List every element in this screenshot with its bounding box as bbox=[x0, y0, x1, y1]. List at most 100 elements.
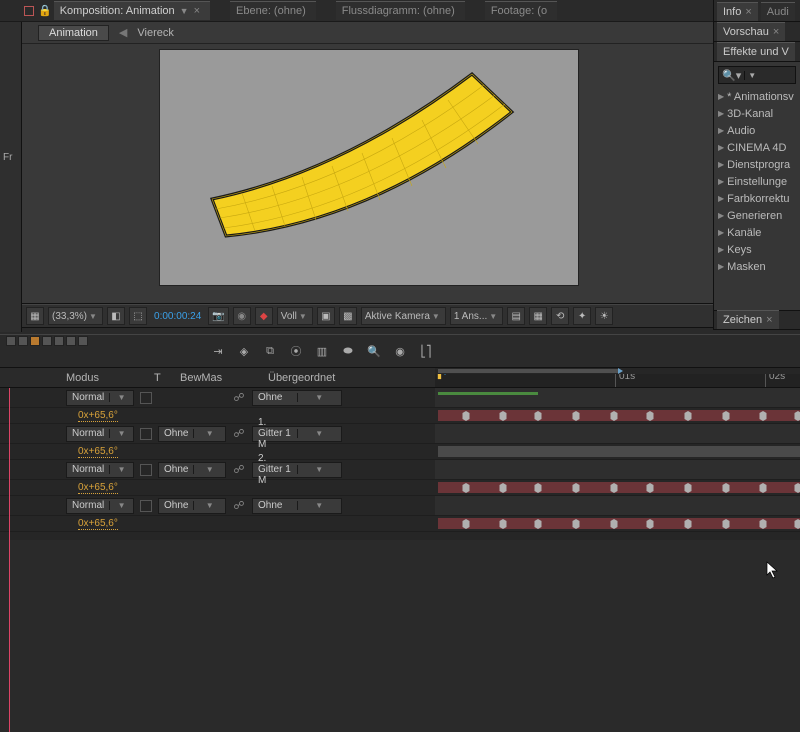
effects-category-item[interactable]: ▶Audio bbox=[718, 122, 796, 139]
property-row-rotation[interactable]: 0x+65,6° bbox=[0, 444, 800, 460]
effects-category-item[interactable]: ▶Dienstprogra bbox=[718, 156, 796, 173]
dropdown-icon[interactable]: ▼ bbox=[180, 6, 189, 16]
tab-preview[interactable]: Vorschau× bbox=[717, 22, 785, 41]
pickwhip-icon[interactable]: ☍ bbox=[232, 499, 246, 512]
parent-dropdown[interactable]: 1. Gitter 1 M▼ bbox=[252, 426, 342, 442]
transparency-grid-icon[interactable]: ▩ bbox=[339, 307, 357, 325]
reveal-icon[interactable]: ◉ bbox=[391, 342, 409, 360]
preserve-transparency-toggle[interactable] bbox=[140, 392, 152, 404]
effects-category-item[interactable]: ▶* Animationsv bbox=[718, 88, 796, 105]
parent-dropdown[interactable]: Ohne▼ bbox=[252, 390, 342, 406]
layer-row[interactable]: Normal▼ Ohne▼ ☍ 2. Gitter 1 M▼ bbox=[0, 460, 800, 480]
effects-category-item[interactable]: ▶Masken bbox=[718, 258, 796, 275]
playhead-line[interactable] bbox=[9, 388, 10, 732]
tab-draw[interactable]: Zeichen× bbox=[717, 310, 779, 329]
tab-composition[interactable]: Komposition: Animation ▼ × bbox=[54, 1, 210, 20]
blendmode-dropdown[interactable]: Normal▼ bbox=[66, 390, 134, 406]
trkmat-dropdown[interactable]: Ohne▼ bbox=[158, 426, 226, 442]
pickwhip-icon[interactable]: ☍ bbox=[232, 391, 246, 404]
layer-switch-flags[interactable] bbox=[6, 336, 88, 346]
res-half-icon[interactable]: ◧ bbox=[107, 307, 125, 325]
effects-category-item[interactable]: ▶Keys bbox=[718, 241, 796, 258]
effects-category-item[interactable]: ▶3D-Kanal bbox=[718, 105, 796, 122]
property-bar[interactable] bbox=[438, 446, 800, 457]
property-row-rotation[interactable]: 0x+65,6° bbox=[0, 516, 800, 532]
blendmode-dropdown[interactable]: Normal▼ bbox=[66, 498, 134, 514]
layer-row[interactable]: Normal▼ ☍ Ohne▼ bbox=[0, 388, 800, 408]
toggle-2-icon[interactable]: ▦ bbox=[529, 307, 547, 325]
resolution-dropdown[interactable]: Voll▼ bbox=[277, 307, 313, 325]
layer-row[interactable]: Normal▼ Ohne▼ ☍ 1. Gitter 1 M▼ bbox=[0, 424, 800, 444]
parent-dropdown[interactable]: 2. Gitter 1 M▼ bbox=[252, 462, 342, 478]
blendmode-dropdown[interactable]: Normal▼ bbox=[66, 426, 134, 442]
parent-dropdown[interactable]: Ohne▼ bbox=[252, 498, 342, 514]
snapshot-icon[interactable]: 📷 bbox=[208, 307, 228, 325]
property-bar[interactable] bbox=[438, 518, 800, 529]
viewport[interactable] bbox=[0, 44, 800, 304]
exposure-icon[interactable]: ☀ bbox=[595, 307, 613, 325]
effects-category-item[interactable]: ▶Generieren bbox=[718, 207, 796, 224]
shy-icon[interactable]: ⇥ bbox=[209, 342, 227, 360]
tab-audio[interactable]: Audi bbox=[761, 2, 795, 21]
views-dropdown[interactable]: 1 Ans...▼ bbox=[450, 307, 503, 325]
effects-category-item[interactable]: ▶CINEMA 4D bbox=[718, 139, 796, 156]
motionblur-icon[interactable]: ⦿ bbox=[287, 342, 305, 360]
trkmat-dropdown[interactable]: Ohne▼ bbox=[158, 462, 226, 478]
pickwhip-icon[interactable]: ☍ bbox=[232, 427, 246, 440]
box-icon[interactable]: ◈ bbox=[235, 342, 253, 360]
brackets-icon[interactable]: ⎣⎤ bbox=[417, 342, 435, 360]
property-bar[interactable] bbox=[438, 410, 800, 421]
zoom-dropdown[interactable]: (33,3%)▼ bbox=[48, 307, 103, 325]
search-icon[interactable]: 🔍 bbox=[365, 342, 383, 360]
property-row-rotation[interactable]: 0x+65,6° bbox=[0, 408, 800, 424]
show-snapshot-icon[interactable]: ◉ bbox=[233, 307, 251, 325]
effects-search[interactable]: 🔍▾ ▼ bbox=[718, 66, 796, 84]
toggle-4-icon[interactable]: ✦ bbox=[573, 307, 591, 325]
rotation-value[interactable]: 0x+65,6° bbox=[78, 446, 118, 458]
effects-category-item[interactable]: ▶Farbkorrektu bbox=[718, 190, 796, 207]
rotation-value[interactable]: 0x+65,6° bbox=[78, 410, 118, 422]
grid-icon[interactable]: ▦ bbox=[26, 307, 44, 325]
close-icon[interactable]: × bbox=[194, 5, 200, 17]
toggle-3-icon[interactable]: ⟲ bbox=[551, 307, 569, 325]
graph-icon[interactable]: ▥ bbox=[313, 342, 331, 360]
lock-icon[interactable]: 🔒 bbox=[38, 4, 52, 17]
effects-category-item[interactable]: ▶Einstellunge bbox=[718, 173, 796, 190]
close-icon[interactable]: × bbox=[773, 26, 779, 38]
tab-footage[interactable]: Footage: (o bbox=[485, 1, 557, 20]
trkmat-dropdown[interactable]: Ohne▼ bbox=[158, 498, 226, 514]
blendmode-dropdown[interactable]: Normal▼ bbox=[66, 462, 134, 478]
tab-layer[interactable]: Ebene: (ohne) bbox=[230, 1, 316, 20]
layer-row[interactable]: Normal▼ Ohne▼ ☍ Ohne▼ bbox=[0, 496, 800, 516]
chevron-down-icon[interactable]: ▼ bbox=[744, 71, 758, 80]
composition-canvas[interactable] bbox=[160, 50, 578, 285]
camera-dropdown[interactable]: Aktive Kamera▼ bbox=[361, 307, 446, 325]
preserve-transparency-toggle[interactable] bbox=[140, 428, 152, 440]
res-border-icon[interactable]: ⬚ bbox=[129, 307, 147, 325]
preserve-transparency-toggle[interactable] bbox=[140, 464, 152, 476]
tab-flowchart[interactable]: Flussdiagramm: (ohne) bbox=[336, 1, 465, 20]
frameblend-icon[interactable]: ⧉ bbox=[261, 342, 279, 360]
channel-icon[interactable]: ◆ bbox=[255, 307, 273, 325]
preserve-transparency-toggle[interactable] bbox=[140, 500, 152, 512]
toggle-1-icon[interactable]: ▤ bbox=[507, 307, 525, 325]
property-row-rotation[interactable]: 0x+65,6° bbox=[0, 480, 800, 496]
breadcrumb-comp-button[interactable]: Animation bbox=[38, 25, 109, 41]
yellow-bent-shape[interactable] bbox=[202, 64, 532, 244]
tab-effects[interactable]: Effekte und V bbox=[717, 42, 795, 61]
close-icon[interactable]: × bbox=[766, 314, 772, 326]
rotation-value[interactable]: 0x+65,6° bbox=[78, 518, 118, 530]
timeline-toolbar: ⇥ ◈ ⧉ ⦿ ▥ ⬬ 🔍 ◉ ⎣⎤ bbox=[0, 334, 800, 368]
triangle-right-icon: ▶ bbox=[718, 177, 724, 186]
rotation-value[interactable]: 0x+65,6° bbox=[78, 482, 118, 494]
property-bar[interactable] bbox=[438, 482, 800, 493]
pill-icon[interactable]: ⬬ bbox=[339, 342, 357, 360]
timeline-workarea[interactable] bbox=[435, 368, 800, 374]
effects-category-item[interactable]: ▶Kanäle bbox=[718, 224, 796, 241]
tab-info[interactable]: Info× bbox=[717, 2, 758, 21]
current-timecode[interactable]: 0:00:00:24 bbox=[151, 307, 204, 325]
close-icon[interactable]: × bbox=[745, 6, 751, 18]
breadcrumb-layer[interactable]: Viereck bbox=[137, 27, 173, 39]
roi-icon[interactable]: ▣ bbox=[317, 307, 335, 325]
pickwhip-icon[interactable]: ☍ bbox=[232, 463, 246, 476]
